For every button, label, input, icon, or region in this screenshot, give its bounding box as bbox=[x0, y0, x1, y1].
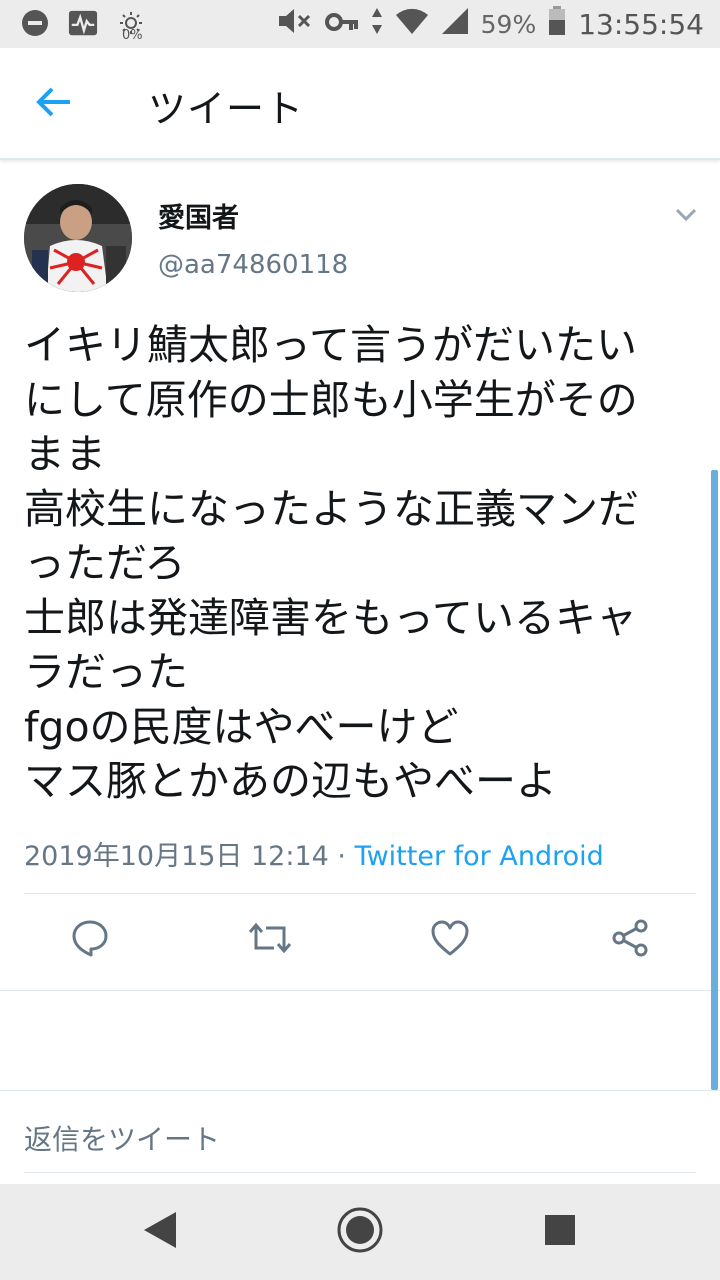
wifi-icon bbox=[395, 7, 429, 42]
reply-button[interactable] bbox=[68, 918, 112, 962]
battery-icon bbox=[548, 5, 566, 43]
avatar[interactable] bbox=[24, 184, 132, 292]
divider bbox=[0, 990, 720, 991]
divider bbox=[0, 1090, 720, 1091]
chevron-down-icon bbox=[672, 208, 700, 232]
tweet-text-line: 士郎は発達障害をもっているキャ bbox=[24, 593, 637, 642]
brightness-percent: 0% bbox=[122, 28, 143, 43]
app-header: ツイート bbox=[0, 48, 720, 160]
author-name[interactable]: 愛国者 bbox=[158, 196, 239, 235]
back-arrow-icon bbox=[36, 87, 72, 121]
nav-back-button[interactable] bbox=[132, 1204, 188, 1260]
mute-icon bbox=[277, 7, 313, 42]
key-icon bbox=[324, 9, 359, 39]
retweet-icon bbox=[248, 920, 292, 960]
share-button[interactable] bbox=[608, 918, 652, 962]
author-handle[interactable]: @aa74860118 bbox=[158, 250, 348, 280]
reply-input-underline bbox=[24, 1172, 696, 1173]
tweet-text-line: マス豚とかあの辺もやべーよ bbox=[24, 757, 557, 805]
meta-separator: · bbox=[328, 841, 355, 872]
nav-recents-icon bbox=[544, 1214, 576, 1250]
tweet-text: イキリ鯖太郎って言うがだいたい にして原作の士郎も小学生がその まま 高校生にな… bbox=[24, 318, 700, 809]
scrollbar[interactable] bbox=[711, 470, 718, 1090]
tweet-text-line: にして原作の士郎も小学生がその bbox=[24, 375, 638, 424]
nav-home-icon bbox=[336, 1206, 384, 1258]
signal-icon bbox=[441, 7, 469, 42]
dnd-icon bbox=[20, 8, 50, 38]
activity-icon bbox=[68, 8, 98, 38]
tweet-menu-button[interactable] bbox=[672, 200, 700, 228]
clock: 13:55:54 bbox=[578, 7, 704, 41]
nav-home-button[interactable] bbox=[332, 1204, 388, 1260]
share-icon bbox=[610, 918, 650, 962]
reply-icon bbox=[70, 918, 110, 962]
status-bar-right: 59% 13:55:54 bbox=[277, 5, 704, 43]
like-button[interactable] bbox=[428, 918, 472, 962]
tweet-text-line: イキリ鯖太郎って言うがだいたい bbox=[24, 321, 637, 369]
back-button[interactable] bbox=[30, 82, 78, 126]
battery-percent: 59% bbox=[480, 9, 537, 39]
nav-recents-button[interactable] bbox=[532, 1204, 588, 1260]
nav-back-icon bbox=[142, 1210, 178, 1254]
tweet-actions bbox=[0, 894, 720, 990]
tweet-text-line: まま bbox=[24, 430, 106, 478]
tweet-text-line: fgoの民度はやべーけど bbox=[24, 702, 459, 751]
tweet-text-line: っただろ bbox=[24, 539, 186, 587]
tweet-text-line: 高校生になったような正義マンだ bbox=[24, 484, 639, 533]
tweet-meta: 2019年10月15日 12:14 · Twitter for Android bbox=[24, 834, 604, 873]
tweet-source-link[interactable]: Twitter for Android bbox=[355, 841, 604, 872]
tweet-text-line: ラだった bbox=[24, 648, 188, 696]
retweet-button[interactable] bbox=[248, 918, 292, 962]
data-arrows-icon bbox=[371, 7, 383, 42]
tweet-timestamp: 2019年10月15日 12:14 bbox=[24, 841, 329, 872]
page-title: ツイート bbox=[148, 87, 305, 131]
avatar-image bbox=[24, 184, 132, 292]
reply-input[interactable]: 返信をツイート bbox=[24, 1118, 220, 1158]
system-nav-bar bbox=[0, 1184, 720, 1280]
status-bar: 0% 59% 13:55:54 bbox=[0, 0, 720, 48]
like-icon bbox=[430, 919, 470, 961]
